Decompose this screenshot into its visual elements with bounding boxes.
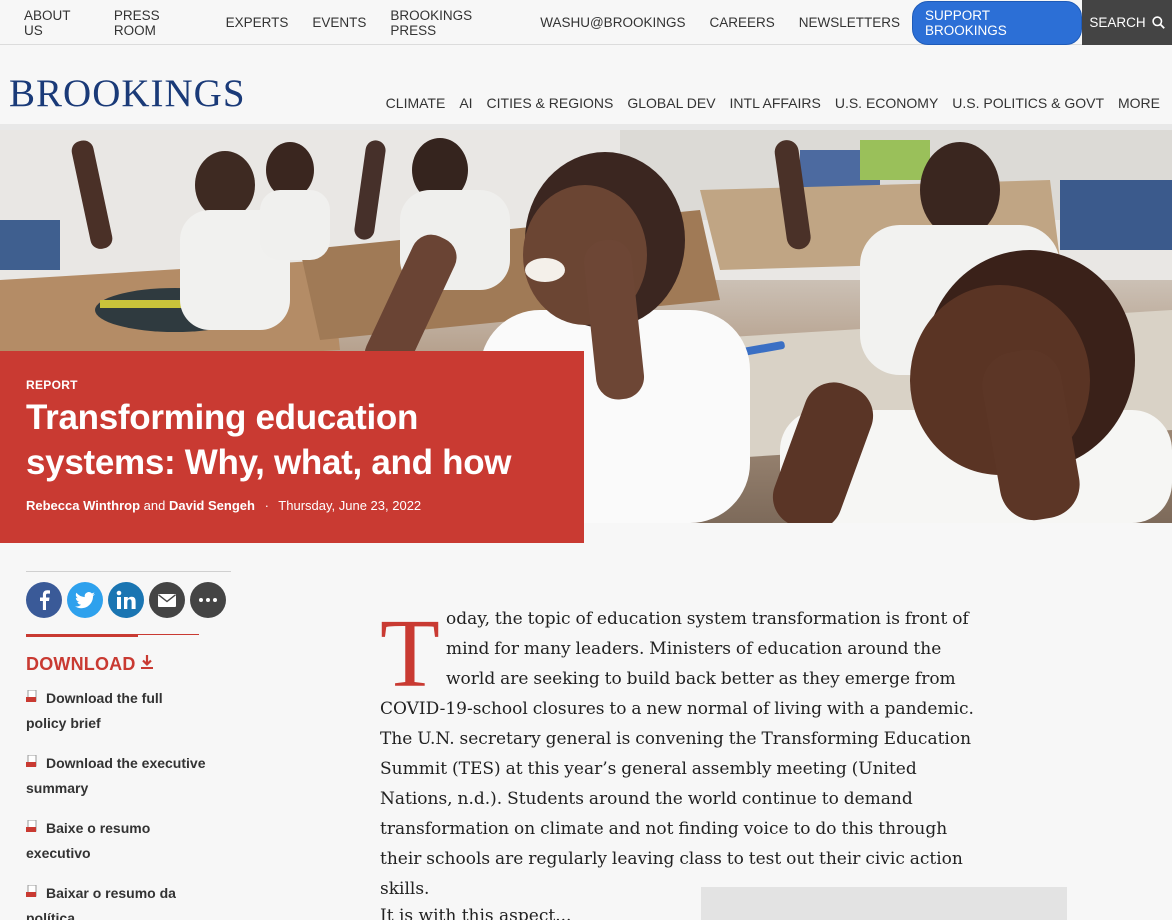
- more-icon: [199, 598, 217, 602]
- search-button[interactable]: SEARCH: [1082, 0, 1172, 45]
- download-full-policy-brief-link[interactable]: Download the full policy brief: [26, 686, 206, 736]
- download-resumo-executivo-link[interactable]: Baixe o resumo executivo: [26, 816, 206, 866]
- download-item-label: Baixar o resumo da política: [26, 885, 176, 920]
- nav-us-politics[interactable]: U.S. POLITICS & GOVT: [952, 95, 1104, 111]
- share-divider: [26, 571, 231, 572]
- byline-and: and: [143, 498, 166, 513]
- related-content-box: [701, 887, 1067, 920]
- drop-cap: T: [380, 600, 440, 708]
- download-executive-summary-link[interactable]: Download the executive summary: [26, 751, 206, 801]
- nav-more[interactable]: MORE: [1118, 95, 1160, 111]
- email-icon: [158, 593, 176, 607]
- page-title: Transforming education systems: Why, wha…: [26, 398, 512, 482]
- download-item-label: Baixe o resumo executivo: [26, 820, 151, 861]
- util-link-careers[interactable]: CAREERS: [709, 15, 774, 30]
- nav-ai[interactable]: AI: [459, 95, 472, 111]
- main-header: BROOKINGS CLIMATE AI CITIES & REGIONS GL…: [0, 46, 1172, 124]
- utility-links: ABOUT US PRESS ROOM EXPERTS EVENTS BROOK…: [0, 0, 1083, 45]
- article-paragraph: oday, the topic of education system tran…: [380, 609, 974, 899]
- search-label: SEARCH: [1089, 15, 1146, 30]
- download-item-label: Download the full policy brief: [26, 690, 163, 731]
- linkedin-share-button[interactable]: [108, 582, 144, 618]
- util-link-washu[interactable]: WASHU@BROOKINGS: [540, 15, 685, 30]
- util-link-newsletters[interactable]: NEWSLETTERS: [799, 15, 900, 30]
- download-arrow-icon: [140, 655, 153, 669]
- twitter-icon: [75, 591, 95, 608]
- pdf-icon: [26, 885, 37, 897]
- share-buttons: [26, 582, 231, 618]
- brookings-logo[interactable]: BROOKINGS: [9, 74, 246, 113]
- support-button[interactable]: SUPPORT BROOKINGS: [911, 0, 1083, 45]
- download-resumo-politica-link[interactable]: Baixar o resumo da política: [26, 881, 206, 920]
- facebook-share-button[interactable]: [26, 582, 62, 618]
- download-accent-bar: [26, 634, 138, 637]
- title-card: REPORT Transforming education systems: W…: [0, 351, 584, 543]
- download-heading-label: DOWNLOAD: [26, 654, 136, 674]
- pdf-icon: [26, 755, 37, 767]
- nav-cities-regions[interactable]: CITIES & REGIONS: [487, 95, 614, 111]
- author-link[interactable]: Rebecca Winthrop: [26, 498, 140, 513]
- download-item-label: Download the executive summary: [26, 755, 206, 796]
- linkedin-icon: [116, 590, 136, 609]
- download-heading: DOWNLOAD: [26, 654, 153, 675]
- byline: Rebecca Winthrop and David Sengeh · Thur…: [26, 498, 421, 513]
- search-icon: [1151, 16, 1165, 29]
- nav-global-dev[interactable]: GLOBAL DEV: [627, 95, 715, 111]
- article-body: T oday, the topic of education system tr…: [380, 604, 992, 904]
- util-link-press-room[interactable]: PRESS ROOM: [114, 8, 202, 38]
- util-link-events[interactable]: EVENTS: [312, 15, 366, 30]
- author-link[interactable]: David Sengeh: [169, 498, 255, 513]
- main-nav: CLIMATE AI CITIES & REGIONS GLOBAL DEV I…: [372, 95, 1160, 111]
- pdf-icon: [26, 820, 37, 832]
- util-link-brookings-press[interactable]: BROOKINGS PRESS: [390, 8, 516, 38]
- byline-separator: ·: [264, 498, 269, 513]
- publish-date: Thursday, June 23, 2022: [278, 498, 422, 513]
- twitter-share-button[interactable]: [67, 582, 103, 618]
- nav-us-economy[interactable]: U.S. ECONOMY: [835, 95, 938, 111]
- more-share-button[interactable]: [190, 582, 226, 618]
- nav-climate[interactable]: CLIMATE: [386, 95, 446, 111]
- nav-intl-affairs[interactable]: INTL AFFAIRS: [730, 95, 821, 111]
- facebook-icon: [40, 590, 50, 610]
- article-paragraph-cutoff: It is with this aspect...: [380, 906, 572, 920]
- util-link-about-us[interactable]: ABOUT US: [24, 8, 90, 38]
- util-link-experts[interactable]: EXPERTS: [226, 15, 289, 30]
- pdf-icon: [26, 690, 37, 702]
- content-type-label: REPORT: [26, 378, 78, 392]
- email-share-button[interactable]: [149, 582, 185, 618]
- utility-bar: ABOUT US PRESS ROOM EXPERTS EVENTS BROOK…: [0, 0, 1172, 45]
